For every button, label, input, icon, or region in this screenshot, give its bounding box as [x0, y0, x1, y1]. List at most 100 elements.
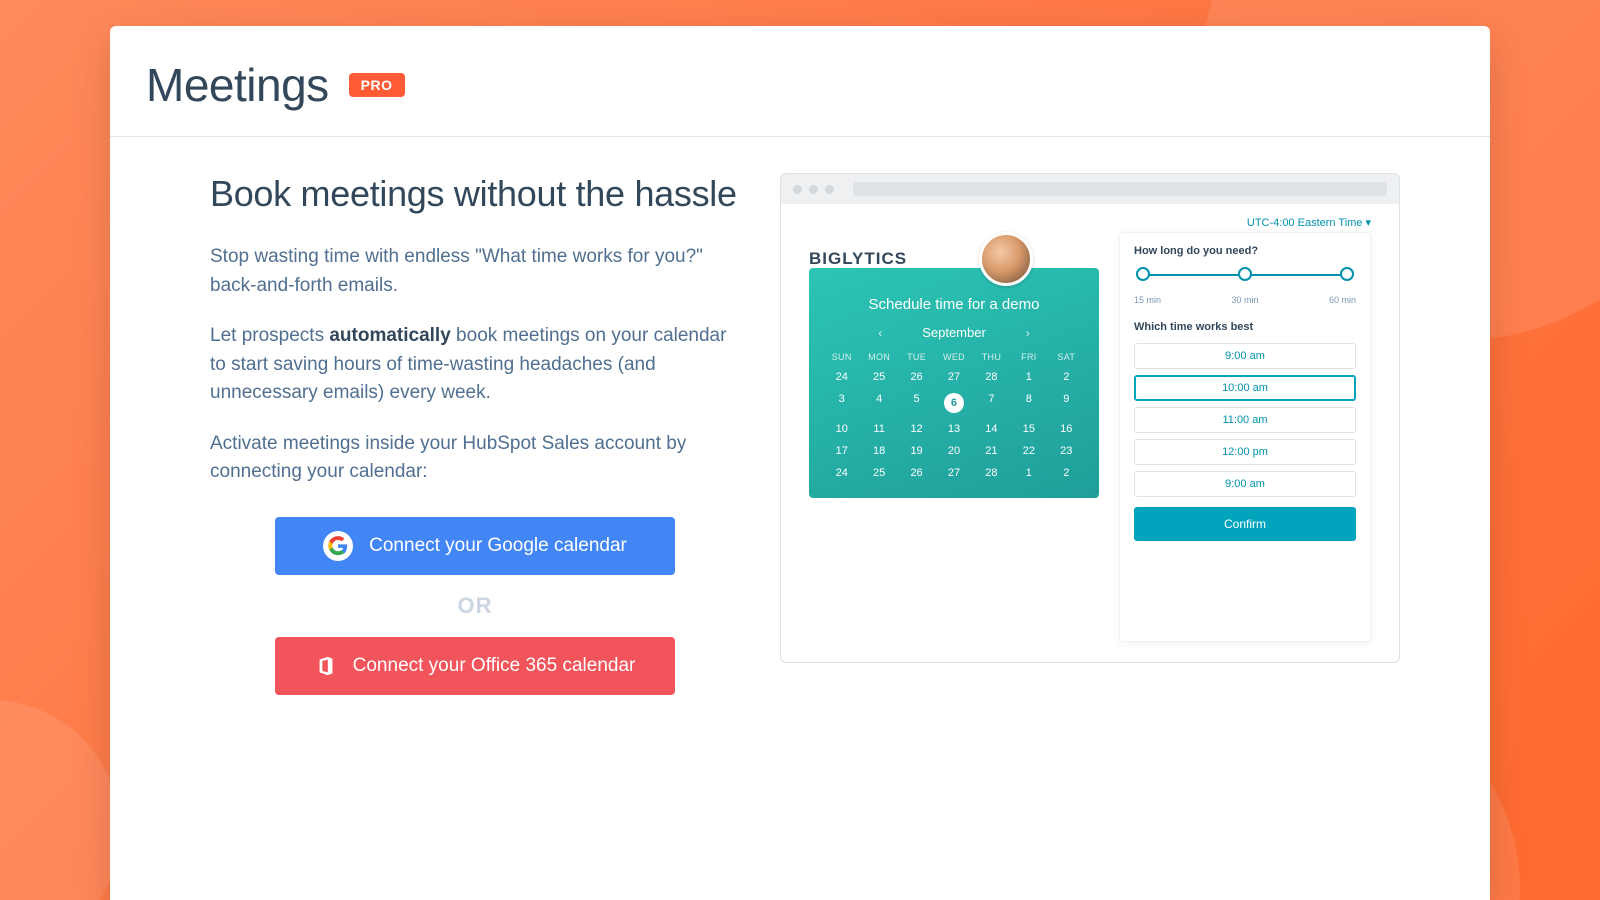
chrome-dot-icon	[793, 185, 802, 194]
calendar-day[interactable]: 26	[898, 462, 935, 484]
brand-logo: BIGLYTICS	[809, 249, 907, 269]
hero-paragraph-2: Let prospects automatically book meeting…	[210, 322, 740, 408]
picker-column: How long do you need? 15 min 30 min 60	[1119, 232, 1371, 642]
month-label: September	[922, 325, 986, 340]
browser-body: UTC-4:00 Eastern Time ▾ BIGLYTICS Schedu…	[781, 204, 1399, 662]
calendar-dow: SAT	[1048, 348, 1085, 366]
calendar-day[interactable]: 6	[935, 388, 972, 418]
or-divider: OR	[458, 593, 493, 619]
calendar-day[interactable]: 4	[860, 388, 897, 418]
calendar-day[interactable]: 19	[898, 440, 935, 462]
calendar-dow: WED	[935, 348, 972, 366]
calendar-day[interactable]: 14	[973, 418, 1010, 440]
calendar-dow: FRI	[1010, 348, 1047, 366]
text-span: Let prospects	[210, 325, 329, 346]
time-slots: 9:00 am 10:00 am 11:00 am 12:00 pm 9:00 am	[1134, 343, 1356, 497]
duration-label: 60 min	[1329, 295, 1356, 305]
cta-actions: Connect your Google calendar OR Connect …	[210, 517, 740, 695]
time-question: Which time works best	[1134, 321, 1356, 333]
calendar-widget: Schedule time for a demo ‹ September › S…	[809, 268, 1099, 498]
calendar-day[interactable]: 27	[935, 462, 972, 484]
slider-handle[interactable]	[1136, 267, 1150, 281]
calendar-day[interactable]: 9	[1048, 388, 1085, 418]
calendar-day[interactable]: 11	[860, 418, 897, 440]
slider-labels: 15 min 30 min 60 min	[1134, 295, 1356, 305]
calendar-day[interactable]: 23	[1048, 440, 1085, 462]
connect-google-button[interactable]: Connect your Google calendar	[275, 517, 675, 575]
calendar-day[interactable]: 25	[860, 462, 897, 484]
slider-handle[interactable]	[1238, 267, 1252, 281]
duration-label: 15 min	[1134, 295, 1161, 305]
chrome-dot-icon	[825, 185, 834, 194]
pro-badge: PRO	[349, 73, 405, 97]
browser-url-bar	[853, 182, 1387, 196]
calendar-day[interactable]: 3	[823, 388, 860, 418]
calendar-day[interactable]: 20	[935, 440, 972, 462]
avatar	[979, 232, 1033, 286]
calendar-day[interactable]: 27	[935, 366, 972, 388]
page-backdrop: Meetings PRO Book meetings without the h…	[0, 0, 1600, 900]
calendar-day[interactable]: 24	[823, 366, 860, 388]
calendar-dow: SUN	[823, 348, 860, 366]
button-label: Connect your Office 365 calendar	[353, 655, 636, 677]
main-card: Meetings PRO Book meetings without the h…	[110, 26, 1490, 900]
chrome-dot-icon	[809, 185, 818, 194]
time-slot[interactable]: 9:00 am	[1134, 343, 1356, 369]
calendar-day[interactable]: 21	[973, 440, 1010, 462]
chevron-left-icon[interactable]: ‹	[878, 326, 882, 340]
calendar-day[interactable]: 25	[860, 366, 897, 388]
time-slot[interactable]: 10:00 am	[1134, 375, 1356, 401]
timezone-selector[interactable]: UTC-4:00 Eastern Time ▾	[1247, 216, 1371, 229]
hero-heading: Book meetings without the hassle	[210, 173, 740, 215]
calendar-day[interactable]: 16	[1048, 418, 1085, 440]
calendar-day[interactable]: 1	[1010, 366, 1047, 388]
time-slot[interactable]: 11:00 am	[1134, 407, 1356, 433]
button-label: Connect your Google calendar	[369, 535, 627, 557]
duration-label: 30 min	[1231, 295, 1258, 305]
calendar-day[interactable]: 28	[973, 462, 1010, 484]
text-emphasis: automatically	[329, 325, 450, 346]
calendar-dow: MON	[860, 348, 897, 366]
preview-column: UTC-4:00 Eastern Time ▾ BIGLYTICS Schedu…	[780, 173, 1400, 695]
left-column: Book meetings without the hassle Stop wa…	[210, 173, 740, 695]
calendar-dow: TUE	[898, 348, 935, 366]
slider-handle[interactable]	[1340, 267, 1354, 281]
duration-slider[interactable]	[1134, 267, 1356, 291]
calendar-day[interactable]: 26	[898, 366, 935, 388]
calendar-day[interactable]: 5	[898, 388, 935, 418]
calendar-day[interactable]: 8	[1010, 388, 1047, 418]
calendar-day[interactable]: 2	[1048, 462, 1085, 484]
calendar-day[interactable]: 15	[1010, 418, 1047, 440]
hero-paragraph-1: Stop wasting time with endless "What tim…	[210, 243, 740, 300]
browser-chrome-bar	[781, 174, 1399, 204]
calendar-day[interactable]: 12	[898, 418, 935, 440]
connect-office365-button[interactable]: Connect your Office 365 calendar	[275, 637, 675, 695]
calendar-day[interactable]: 17	[823, 440, 860, 462]
calendar-day[interactable]: 24	[823, 462, 860, 484]
calendar-column: BIGLYTICS Schedule time for a demo ‹ Sep…	[809, 232, 1099, 642]
browser-mock: UTC-4:00 Eastern Time ▾ BIGLYTICS Schedu…	[780, 173, 1400, 663]
page-title: Meetings	[146, 58, 329, 112]
confirm-button[interactable]: Confirm	[1134, 507, 1356, 541]
duration-question: How long do you need?	[1134, 245, 1356, 257]
calendar-dow: THU	[973, 348, 1010, 366]
calendar-day[interactable]: 10	[823, 418, 860, 440]
calendar-day[interactable]: 22	[1010, 440, 1047, 462]
month-row: ‹ September ›	[823, 325, 1085, 340]
calendar-grid: SUNMONTUEWEDTHUFRISAT2425262728123456789…	[823, 348, 1085, 484]
calendar-day[interactable]: 7	[973, 388, 1010, 418]
bg-bubble	[0, 700, 120, 900]
page-header: Meetings PRO	[110, 26, 1490, 137]
office-icon	[315, 655, 337, 677]
schedule-title: Schedule time for a demo	[823, 296, 1085, 313]
calendar-day[interactable]: 18	[860, 440, 897, 462]
calendar-day[interactable]: 2	[1048, 366, 1085, 388]
chevron-right-icon[interactable]: ›	[1026, 326, 1030, 340]
google-icon	[323, 531, 353, 561]
hero-paragraph-3: Activate meetings inside your HubSpot Sa…	[210, 430, 740, 487]
time-slot[interactable]: 9:00 am	[1134, 471, 1356, 497]
calendar-day[interactable]: 1	[1010, 462, 1047, 484]
calendar-day[interactable]: 28	[973, 366, 1010, 388]
calendar-day[interactable]: 13	[935, 418, 972, 440]
time-slot[interactable]: 12:00 pm	[1134, 439, 1356, 465]
